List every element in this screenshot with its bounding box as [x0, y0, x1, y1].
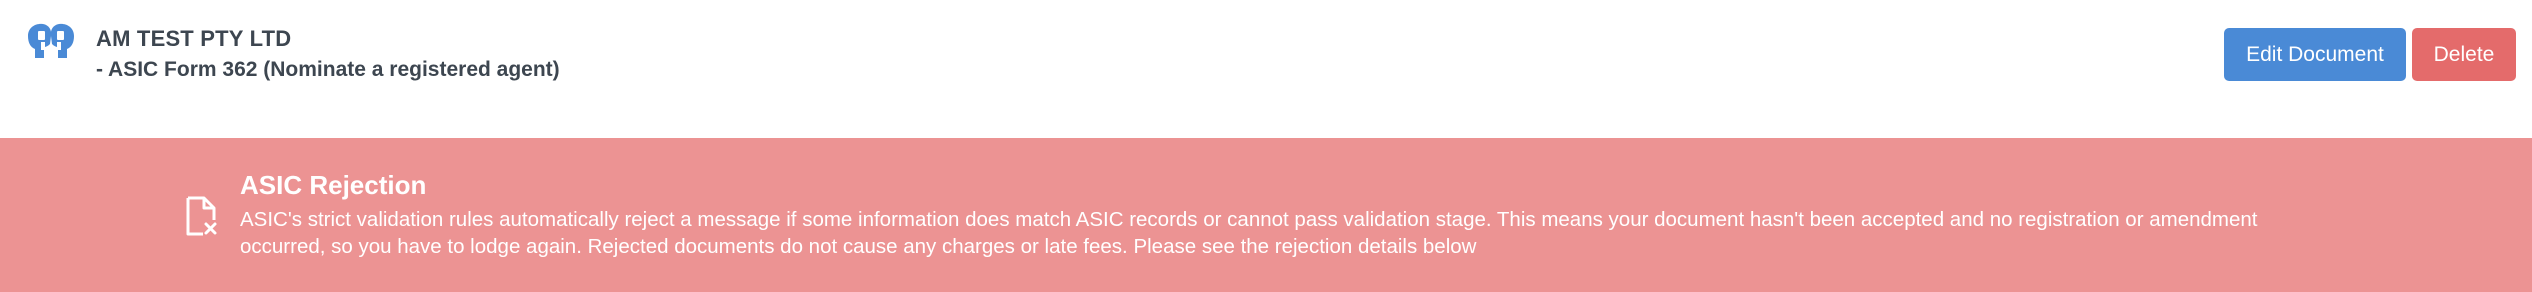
- delete-button[interactable]: Delete: [2412, 28, 2516, 81]
- document-header: AM TEST PTY LTD - ASIC Form 362 (Nominat…: [0, 0, 2532, 138]
- two-heads-logo-icon: [28, 23, 74, 59]
- document-rejected-icon: [186, 196, 217, 236]
- edit-document-button[interactable]: Edit Document: [2224, 28, 2406, 81]
- form-subtitle: - ASIC Form 362 (Nominate a registered a…: [96, 58, 560, 81]
- alert-message: ASIC's strict validation rules automatic…: [240, 208, 2258, 258]
- company-name: AM TEST PTY LTD: [96, 26, 292, 51]
- asic-rejection-alert: ASIC Rejection ASIC's strict validation …: [0, 138, 2532, 292]
- alert-title: ASIC Rejection: [240, 170, 427, 200]
